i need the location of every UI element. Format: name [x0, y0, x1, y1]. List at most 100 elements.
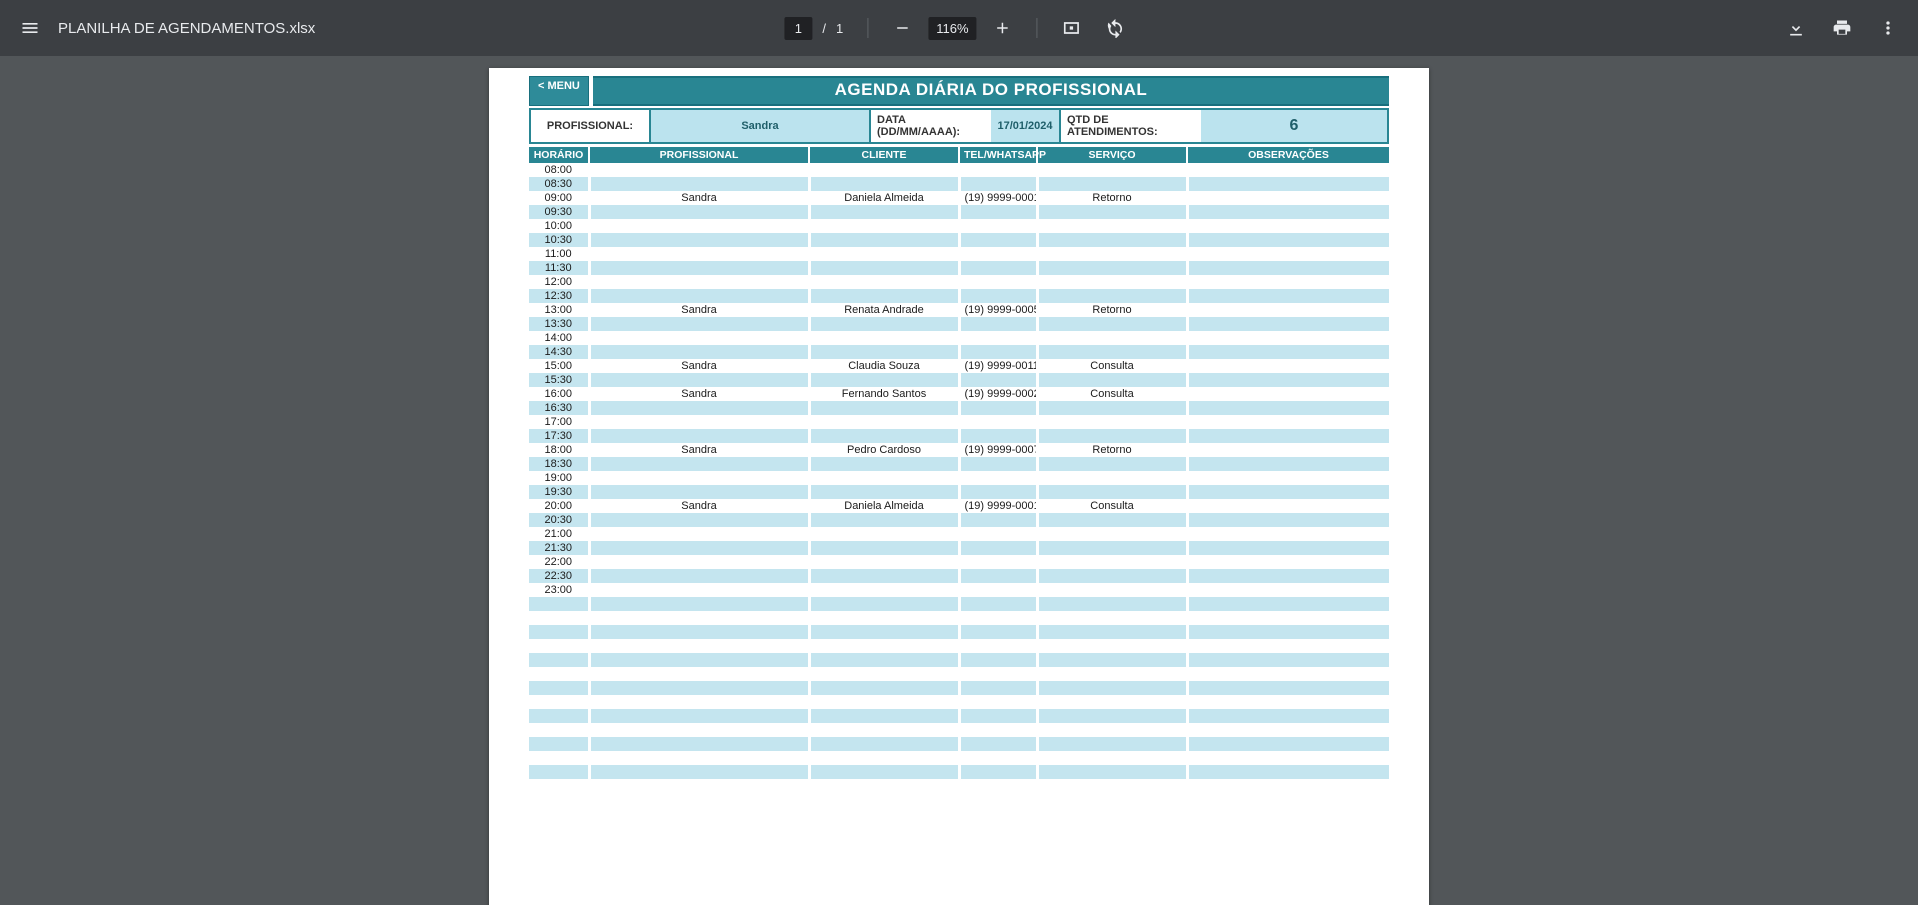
table-row: 10:30 [529, 233, 1389, 247]
rotate-icon[interactable] [1098, 10, 1134, 46]
cell-client [809, 317, 959, 331]
table-row: 08:30 [529, 177, 1389, 191]
document-viewport[interactable]: < MENU AGENDA DIÁRIA DO PROFISSIONAL PRO… [0, 56, 1918, 905]
cell-client [809, 345, 959, 359]
date-label: DATA (DD/MM/AAAA): [871, 110, 991, 142]
cell-service [1037, 247, 1187, 261]
cell-prof: Sandra [589, 359, 809, 373]
cell-obs [1187, 331, 1389, 345]
cell-service [1037, 205, 1187, 219]
menu-icon[interactable] [12, 10, 48, 46]
cell-service [1037, 527, 1187, 541]
cell-obs [1187, 205, 1389, 219]
cell-tel [959, 569, 1037, 583]
zoom-out-icon[interactable] [884, 10, 920, 46]
cell-client [809, 205, 959, 219]
cell-tel [959, 275, 1037, 289]
menu-button[interactable]: < MENU [529, 76, 589, 106]
cell-client [809, 177, 959, 191]
cell-prof [589, 583, 809, 597]
cell-tel [959, 177, 1037, 191]
table-row: 13:30 [529, 317, 1389, 331]
cell-tel [959, 653, 1037, 667]
cell-client [809, 485, 959, 499]
col-tel: TEL/WHATSAPP [959, 147, 1037, 163]
cell-tel [959, 597, 1037, 611]
cell-time [529, 625, 589, 639]
cell-client [809, 163, 959, 177]
table-row: 14:30 [529, 345, 1389, 359]
cell-tel: (19) 9999-0002 [959, 387, 1037, 401]
cell-tel [959, 681, 1037, 695]
cell-obs [1187, 387, 1389, 401]
cell-client [809, 583, 959, 597]
cell-time: 19:30 [529, 485, 589, 499]
cell-time: 11:30 [529, 261, 589, 275]
cell-obs [1187, 723, 1389, 737]
cell-obs [1187, 625, 1389, 639]
table-row [529, 751, 1389, 765]
cell-prof [589, 597, 809, 611]
cell-time: 12:30 [529, 289, 589, 303]
cell-prof: Sandra [589, 191, 809, 205]
cell-prof [589, 667, 809, 681]
table-header-row: HORÁRIO PROFISSIONAL CLIENTE TEL/WHATSAP… [529, 147, 1389, 163]
cell-service [1037, 415, 1187, 429]
download-icon[interactable] [1778, 10, 1814, 46]
cell-prof [589, 555, 809, 569]
cell-time: 20:00 [529, 499, 589, 513]
cell-service [1037, 597, 1187, 611]
cell-obs [1187, 555, 1389, 569]
table-row: 20:30 [529, 513, 1389, 527]
cell-client [809, 331, 959, 345]
table-row: 20:00SandraDaniela Almeida(19) 9999-0001… [529, 499, 1389, 513]
cell-prof [589, 429, 809, 443]
cell-time [529, 667, 589, 681]
cell-time: 18:00 [529, 443, 589, 457]
cell-prof [589, 541, 809, 555]
print-icon[interactable] [1824, 10, 1860, 46]
zoom-in-icon[interactable] [985, 10, 1021, 46]
cell-client [809, 555, 959, 569]
cell-time [529, 737, 589, 751]
cell-obs [1187, 709, 1389, 723]
more-icon[interactable] [1870, 10, 1906, 46]
table-row [529, 681, 1389, 695]
page-separator: / [820, 21, 828, 36]
cell-prof [589, 233, 809, 247]
cell-client [809, 695, 959, 709]
cell-time: 19:00 [529, 471, 589, 485]
table-row: 09:00SandraDaniela Almeida(19) 9999-0001… [529, 191, 1389, 205]
cell-service [1037, 261, 1187, 275]
cell-client [809, 247, 959, 261]
cell-service [1037, 289, 1187, 303]
cell-tel: (19) 9999-0001 [959, 499, 1037, 513]
cell-prof [589, 457, 809, 471]
cell-obs [1187, 401, 1389, 415]
cell-service [1037, 541, 1187, 555]
cell-tel [959, 345, 1037, 359]
cell-time [529, 681, 589, 695]
cell-time: 15:30 [529, 373, 589, 387]
table-row: 08:00 [529, 163, 1389, 177]
fit-page-icon[interactable] [1054, 10, 1090, 46]
cell-tel [959, 415, 1037, 429]
cell-client [809, 513, 959, 527]
cell-client [809, 597, 959, 611]
cell-prof [589, 653, 809, 667]
cell-prof: Sandra [589, 303, 809, 317]
cell-service [1037, 751, 1187, 765]
divider [1037, 18, 1038, 38]
cell-prof [589, 261, 809, 275]
cell-service [1037, 401, 1187, 415]
cell-client [809, 471, 959, 485]
cell-prof [589, 639, 809, 653]
zoom-level[interactable]: 116% [928, 17, 976, 40]
col-horario: HORÁRIO [529, 147, 589, 163]
table-row: 22:30 [529, 569, 1389, 583]
page-number-input[interactable] [784, 17, 812, 40]
cell-time: 18:30 [529, 457, 589, 471]
table-row: 13:00SandraRenata Andrade(19) 9999-0005R… [529, 303, 1389, 317]
cell-obs [1187, 457, 1389, 471]
cell-tel [959, 765, 1037, 779]
